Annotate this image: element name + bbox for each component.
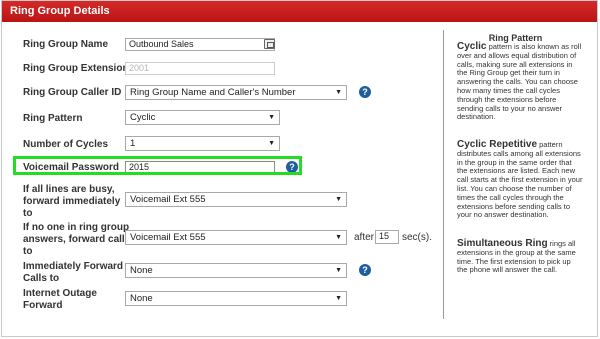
ring-group-name-label: Ring Group Name <box>23 39 109 50</box>
ring-group-name-input[interactable]: Outbound Sales <box>125 38 275 51</box>
panel-title: Ring Group Details <box>2 1 597 22</box>
chevron-down-icon: ▼ <box>335 234 342 241</box>
busy-forward-label-line1: If all lines are busy, <box>23 184 115 195</box>
cyclic-line: calls, making sure all extensions in <box>457 59 573 69</box>
cyclic-repetitive-line: pattern <box>539 140 563 149</box>
no-answer-forward-label-line2: answers, forward call <box>23 234 125 245</box>
cyclic-line: through the extensions before <box>457 94 557 104</box>
cyclic-line: destination. <box>457 112 496 122</box>
outage-forward-label: Internet Outage Forward <box>23 288 97 312</box>
voicemail-password-highlight <box>13 156 302 175</box>
cyclic-help: Cyclic pattern is also known as roll ove… <box>457 42 585 122</box>
outage-forward-label-line1: Internet Outage <box>23 288 97 299</box>
simultaneous-help: Simultaneous Ring rings all extensions i… <box>457 239 585 275</box>
chevron-down-icon: ▼ <box>335 295 342 302</box>
ring-pattern-value: Cyclic <box>130 112 156 123</box>
ring-pattern-help-panel: Ring Pattern Cyclic pattern is also know… <box>443 30 586 319</box>
simultaneous-line: rings all <box>549 239 576 248</box>
immediate-forward-value: None <box>130 265 153 276</box>
cyclic-line: answering the calls. You can choose <box>457 77 578 87</box>
cyclic-repetitive-help: Cyclic Repetitive pattern distributes ca… <box>457 140 585 220</box>
ring-group-form: Ring Group Name Outbound Sales Ring Grou… <box>2 22 435 338</box>
immediate-forward-label: Immediately Forward Calls to <box>23 261 123 285</box>
ring-pattern-select[interactable]: Cyclic ▼ <box>125 110 280 125</box>
after-label: after <box>354 232 375 243</box>
seconds-unit-label: sec(s). <box>402 232 432 243</box>
no-answer-forward-label-line3: to <box>23 246 33 257</box>
cyclic-repetitive-line: your no answer destination. <box>457 210 549 220</box>
chevron-down-icon: ▼ <box>268 114 275 121</box>
outage-forward-select[interactable]: None ▼ <box>125 291 347 306</box>
cyclic-repetitive-line: extensions before sending calls to <box>457 201 570 211</box>
ring-group-panel: Ring Group Details Ring Group Name Outbo… <box>1 0 598 337</box>
cyclic-line: how many times the call cycles <box>457 85 560 95</box>
no-answer-forward-value: Voicemail Ext 555 <box>130 232 206 243</box>
cyclic-line: pattern is also known as roll <box>488 42 582 51</box>
cycles-select[interactable]: 1 ▼ <box>125 136 280 151</box>
cyclic-repetitive-line: list. You can choose the number of <box>457 183 572 193</box>
cyclic-repetitive-line: call starts at the first extension in yo… <box>457 175 583 185</box>
immediate-forward-label-line1: Immediately Forward <box>23 261 124 272</box>
no-answer-forward-label: If no one in ring group answers, forward… <box>23 222 129 258</box>
caller-id-label: Ring Group Caller ID <box>23 87 122 98</box>
cyclic-repetitive-line: times the call cycles through the <box>457 192 564 202</box>
busy-forward-label-line2: forward immediately <box>23 196 121 207</box>
no-answer-forward-select[interactable]: Voicemail Ext 555 ▼ <box>125 230 347 245</box>
simultaneous-line: extensions in the group at the same <box>457 247 576 257</box>
question-icon[interactable]: ? <box>359 264 371 276</box>
chevron-down-icon: ▼ <box>335 196 342 203</box>
chevron-down-icon: ▼ <box>335 89 342 96</box>
immediate-forward-select[interactable]: None ▼ <box>125 263 347 278</box>
simultaneous-line: the phone will answer the call. <box>457 265 558 275</box>
caller-id-select[interactable]: Ring Group Name and Caller's Number ▼ <box>125 85 347 100</box>
caller-id-value: Ring Group Name and Caller's Number <box>130 87 296 98</box>
cyclic-repetitive-line: distributes calls among all extensions <box>457 148 581 158</box>
ring-pattern-label: Ring Pattern <box>23 113 83 124</box>
cycles-value: 1 <box>130 138 136 149</box>
cyclic-line: sending calls to your no answer <box>457 103 563 113</box>
no-answer-forward-label-line1: If no one in ring group <box>23 222 130 233</box>
outage-forward-label-line2: Forward <box>23 300 63 311</box>
question-icon[interactable]: ? <box>359 86 371 98</box>
outage-forward-value: None <box>130 293 153 304</box>
cyclic-repetitive-line: the extensions are listed. Each new <box>457 166 575 176</box>
chevron-down-icon: ▼ <box>335 267 342 274</box>
busy-forward-value: Voicemail Ext 555 <box>130 194 206 205</box>
busy-forward-select[interactable]: Voicemail Ext 555 ▼ <box>125 192 347 207</box>
forward-delay-input[interactable]: 15 <box>375 230 399 244</box>
cyclic-repetitive-line: in the group in the same order that <box>457 157 572 167</box>
cyclic-line: over and allows equal distribution of <box>457 50 577 60</box>
contact-card-icon[interactable] <box>264 39 275 49</box>
ring-group-extension-input: 2001 <box>125 62 275 75</box>
chevron-down-icon: ▼ <box>268 140 275 147</box>
busy-forward-label-line3: to <box>23 208 33 219</box>
busy-forward-label: If all lines are busy, forward immediate… <box>23 184 120 220</box>
ring-group-extension-label: Ring Group Extension <box>23 63 129 74</box>
cyclic-line: the Ring Group get their turn in <box>457 68 560 78</box>
simultaneous-line: time. The first extension to pick up <box>457 256 571 266</box>
cycles-label: Number of Cycles <box>23 139 109 150</box>
immediate-forward-label-line2: Calls to <box>23 273 60 284</box>
